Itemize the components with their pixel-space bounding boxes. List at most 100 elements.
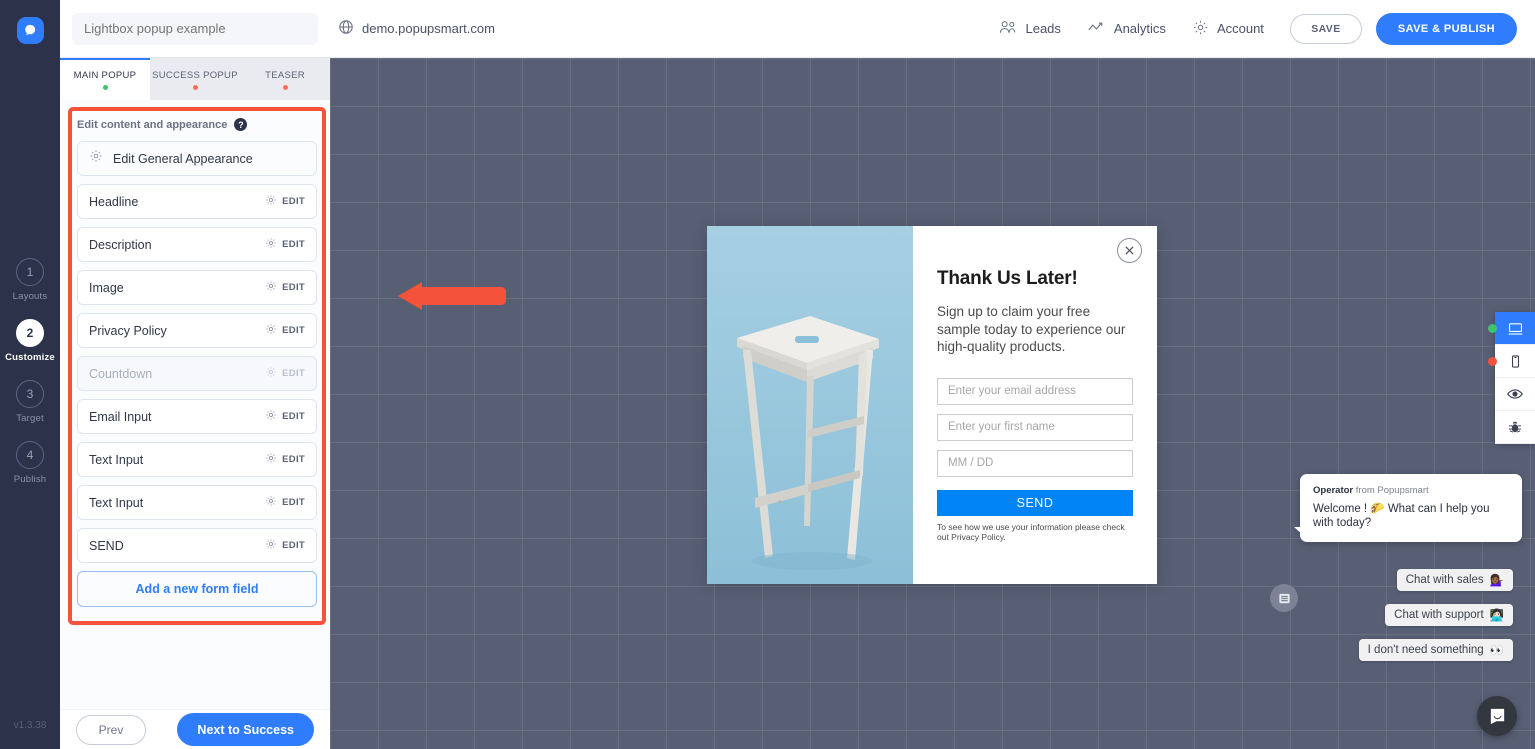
field-edit-button[interactable]: EDIT <box>265 452 305 467</box>
tab-main-popup[interactable]: MAIN POPUP <box>60 58 150 100</box>
field-row-send[interactable]: SEND EDIT <box>77 528 317 563</box>
desktop-icon[interactable] <box>1488 312 1535 345</box>
status-dot <box>192 85 198 90</box>
step-layouts[interactable]: 1 Layouts <box>13 258 48 302</box>
birthday-field[interactable]: MM / DD <box>937 449 1133 477</box>
field-label: Privacy Policy <box>89 323 167 338</box>
step-publish[interactable]: 4 Publish <box>14 441 47 485</box>
field-label: Text Input <box>89 495 144 510</box>
next-to-success-button[interactable]: Next to Success <box>177 713 314 746</box>
step-number: 3 <box>16 380 44 408</box>
bug-icon[interactable] <box>1495 411 1535 444</box>
field-label: Headline <box>89 194 139 209</box>
mobile-icon[interactable] <box>1488 345 1535 378</box>
nav-leads[interactable]: Leads <box>998 19 1061 38</box>
panel-footer: Prev Next to Success <box>60 709 330 749</box>
tab-teaser[interactable]: TEASER <box>240 58 330 100</box>
globe-icon <box>338 19 354 38</box>
nav-account[interactable]: Account <box>1192 19 1264 39</box>
preview-canvas[interactable]: Thank Us Later! Sign up to claim your fr… <box>330 58 1535 749</box>
campaign-domain: demo.popupsmart.com <box>338 19 495 38</box>
field-label: Image <box>89 280 124 295</box>
field-edit-button[interactable]: EDIT <box>265 409 305 424</box>
chat-operator-name: Operator from Popupsmart <box>1313 485 1509 496</box>
prev-button[interactable]: Prev <box>76 714 146 745</box>
save-and-publish-button[interactable]: SAVE & PUBLISH <box>1375 12 1517 45</box>
field-row-headline[interactable]: Headline EDIT <box>77 184 317 219</box>
left-rail: 1 Layouts 2 Customize 3 Target 4 Publish… <box>0 0 60 749</box>
field-row-privacy-policy[interactable]: Privacy Policy EDIT <box>77 313 317 348</box>
step-customize[interactable]: 2 Customize <box>5 319 55 363</box>
email-field[interactable]: Enter your email address <box>937 377 1133 405</box>
help-icon[interactable]: ? <box>234 118 248 131</box>
operator-name-label: Operator <box>1313 485 1354 496</box>
field-edit-button[interactable]: EDIT <box>265 366 305 381</box>
save-button[interactable]: SAVE <box>1289 13 1362 44</box>
field-row-email-input[interactable]: Email Input EDIT <box>77 399 317 434</box>
step-label: Customize <box>5 352 55 363</box>
field-edit-button[interactable]: EDIT <box>265 495 305 510</box>
gear-icon <box>265 323 277 338</box>
operator-source-label: from Popupsmart <box>1353 485 1429 496</box>
panel-scroll-area[interactable]: Edit content and appearance ? Edit Gener… <box>60 100 330 709</box>
field-edit-button[interactable]: EDIT <box>265 194 305 209</box>
field-edit-button[interactable]: EDIT <box>265 323 305 338</box>
field-edit-button[interactable]: EDIT <box>265 538 305 553</box>
chat-launcher-icon[interactable] <box>1477 696 1517 736</box>
chat-reply-label: Chat with support <box>1394 609 1484 621</box>
field-edit-label: EDIT <box>282 282 305 293</box>
field-row-countdown[interactable]: Countdown EDIT <box>77 356 317 391</box>
field-row-image[interactable]: Image EDIT <box>77 270 317 305</box>
field-row-description[interactable]: Description EDIT <box>77 227 317 262</box>
popup-image[interactable] <box>707 226 913 584</box>
eye-icon[interactable] <box>1495 378 1535 411</box>
field-edit-label: EDIT <box>282 325 305 336</box>
campaign-name-input[interactable] <box>72 12 318 45</box>
woman-raising-hand-icon: 💁🏾‍♀️ <box>1489 575 1504 587</box>
step-target[interactable]: 3 Target <box>16 380 44 424</box>
nav-leads-label: Leads <box>1025 21 1061 36</box>
gear-icon <box>265 538 277 553</box>
close-icon[interactable] <box>1117 238 1142 263</box>
customize-panel: Edit content and appearance ? Edit Gener… <box>60 100 330 709</box>
tab-label: SUCCESS POPUP <box>152 70 238 81</box>
gear-icon <box>265 452 277 467</box>
chat-reply-sales[interactable]: Chat with sales 💁🏾‍♀️ <box>1396 569 1513 591</box>
edit-general-appearance-label: Edit General Appearance <box>113 151 253 166</box>
popupsmart-logo-icon[interactable] <box>16 17 44 44</box>
field-edit-label: EDIT <box>282 497 305 508</box>
gear-icon <box>1192 19 1209 39</box>
field-row-text-input-1[interactable]: Text Input EDIT <box>77 442 317 477</box>
gear-icon <box>265 409 277 424</box>
field-label: Countdown <box>89 366 153 381</box>
field-label: SEND <box>89 538 124 553</box>
step-number: 2 <box>16 319 44 347</box>
popup-preview[interactable]: Thank Us Later! Sign up to claim your fr… <box>707 226 1157 584</box>
add-new-form-field-button[interactable]: Add a new form field <box>77 571 317 607</box>
popup-legal-text: To see how we use your information pleas… <box>937 521 1125 543</box>
popup-content: Thank Us Later! Sign up to claim your fr… <box>913 226 1157 584</box>
first-name-field[interactable]: Enter your first name <box>937 413 1133 441</box>
tab-success-popup[interactable]: SUCCESS POPUP <box>150 58 240 100</box>
edit-general-appearance-button[interactable]: Edit General Appearance <box>77 141 317 176</box>
chat-reply-label: Chat with sales <box>1405 574 1484 586</box>
gear-icon <box>265 280 277 295</box>
step-number: 4 <box>16 441 44 469</box>
step-label: Target <box>16 413 44 424</box>
status-dot <box>102 85 108 90</box>
field-row-text-input-2[interactable]: Text Input EDIT <box>77 485 317 520</box>
chat-reply-support[interactable]: Chat with support 👩🏻‍💻 <box>1385 604 1513 626</box>
step-label: Publish <box>13 474 47 485</box>
field-edit-button[interactable]: EDIT <box>265 280 305 295</box>
nav-analytics[interactable]: Analytics <box>1087 19 1166 38</box>
nav-account-label: Account <box>1216 21 1264 36</box>
top-bar: demo.popupsmart.com Leads Analytics Acco… <box>60 0 1535 58</box>
status-dot <box>1488 324 1497 333</box>
gear-icon <box>89 149 103 168</box>
gear-icon <box>265 237 277 252</box>
popup-send-button[interactable]: SEND <box>937 489 1133 516</box>
field-edit-button[interactable]: EDIT <box>265 237 305 252</box>
chat-reply-decline[interactable]: I don't need something 👀 <box>1358 639 1513 661</box>
field-edit-label: EDIT <box>282 196 305 207</box>
panel-heading: Edit content and appearance ? <box>77 118 317 131</box>
